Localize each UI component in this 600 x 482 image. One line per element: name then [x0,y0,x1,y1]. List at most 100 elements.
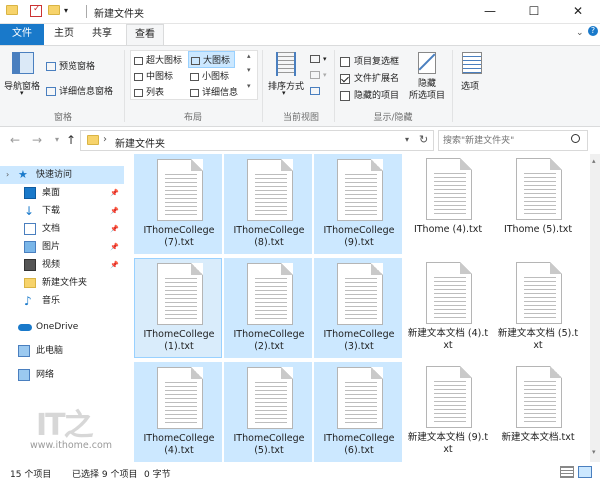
hide-selected-icon[interactable] [418,52,436,74]
window-title: 新建文件夹 [94,9,144,20]
checkbox[interactable] [340,90,350,101]
sidebar-item[interactable]: 文档 📌 [0,220,124,238]
up-arrow-icon[interactable]: ↑ [64,132,78,148]
file-item[interactable]: 新建文本文档 (9).txt [404,362,492,462]
search-icon[interactable] [571,134,580,143]
layout-extra-large[interactable]: 超大图标 [134,53,182,66]
options-button[interactable]: 选项 [461,79,479,92]
layout-large[interactable]: 大图标 [188,51,236,68]
file-extensions-toggle[interactable]: 文件扩展名 [340,71,399,84]
address-row: ← → ▾ ↑ › 新建文件夹 ▾ ↻ [0,127,600,154]
help-icon[interactable]: ? [588,26,598,36]
sidebar-item[interactable]: 图片 📌 [0,238,124,256]
properties-icon[interactable]: ✓ [30,4,42,17]
search-box[interactable] [438,130,588,151]
file-name: IThomeCollege (5).txt [233,433,305,456]
nav-pane-icon[interactable] [12,52,34,74]
recent-locations-icon[interactable]: ▾ [50,132,64,148]
layout-medium[interactable]: 中图标 [134,69,173,82]
checkbox-checked[interactable] [340,73,350,84]
address-dropdown-icon[interactable]: ▾ [405,135,409,144]
sidebar-item[interactable]: 新建文件夹 [0,274,124,292]
add-columns-button[interactable]: ▾ [310,70,327,80]
sidebar-item[interactable]: ★ 快速访问 › [0,166,124,184]
file-item[interactable]: IThomeCollege (5).txt [224,362,312,462]
hide-selected-button[interactable]: 隐藏 所选项目 [408,78,446,102]
text-file-icon [516,158,562,220]
file-item[interactable]: IThomeCollege (4).txt [134,362,222,462]
item-checkbox-toggle[interactable]: 项目复选框 [340,54,399,67]
file-item[interactable]: IThome (4).txt [404,154,492,254]
maximize-button[interactable]: ☐ [512,0,556,24]
options-icon[interactable] [462,52,482,74]
sidebar-item[interactable]: 网络 [0,366,124,384]
new-folder-icon[interactable] [48,5,60,17]
file-item[interactable]: 新建文本文档.txt [494,362,582,462]
tab-share[interactable]: 共享 [86,24,118,45]
chevron-down-icon[interactable]: ▾ [282,89,286,97]
tab-view[interactable]: 查看 [126,24,164,46]
file-item[interactable]: IThomeCollege (1).txt [134,258,222,358]
gallery-scroll-down-icon[interactable]: ▾ [247,66,251,74]
sort-by-icon[interactable] [276,52,296,76]
large-icons-view-icon[interactable] [578,466,592,478]
pin-icon[interactable]: 📌 [110,202,119,220]
star-icon: ★ [18,168,28,181]
file-item[interactable]: IThomeCollege (8).txt [224,154,312,254]
file-name: 新建文本文档 (4).txt [407,328,489,351]
back-arrow-icon[interactable]: ← [8,132,22,148]
layout-list[interactable]: 列表 [134,85,164,98]
expand-ribbon-icon[interactable]: ⌄ [576,28,584,38]
sidebar-item[interactable]: 视频 📌 [0,256,124,274]
pin-icon[interactable]: 📌 [110,220,119,238]
layout-details[interactable]: 详细信息 [190,85,238,98]
file-item[interactable]: IThomeCollege (6).txt [314,362,402,462]
forward-arrow-icon[interactable]: → [30,132,44,148]
gallery-expand-icon[interactable]: ▾ [247,82,251,90]
scroll-down-icon[interactable]: ▾ [592,448,596,456]
pin-icon[interactable]: 📌 [110,256,119,274]
address-path[interactable]: 新建文件夹 [115,135,165,150]
details-view-icon[interactable] [560,466,574,478]
file-item[interactable]: IThomeCollege (2).txt [224,258,312,358]
breadcrumb-chevron-icon[interactable]: › [103,134,107,145]
sort-by-button[interactable]: 排序方式 [268,79,304,92]
file-item[interactable]: 新建文本文档 (5).txt [494,258,582,358]
sidebar-item[interactable]: 桌面 📌 [0,184,124,202]
checkbox[interactable] [340,56,350,67]
sidebar-item[interactable]: 此电脑 [0,342,124,360]
details-pane-button[interactable]: 详细信息窗格 [46,84,113,97]
preview-pane-button[interactable]: 预览窗格 [46,59,95,72]
scroll-up-icon[interactable]: ▴ [592,157,596,165]
expand-icon[interactable]: › [6,166,9,184]
file-list: IThomeCollege (7).txt IThomeCollege (8).t… [128,154,600,462]
gallery-scroll-up-icon[interactable]: ▴ [247,52,251,60]
group-by-button[interactable]: ▾ [310,54,327,64]
size-columns-button[interactable] [310,86,323,96]
sidebar-item[interactable]: OneDrive [0,318,124,336]
hidden-items-toggle[interactable]: 隐藏的项目 [340,88,399,101]
text-file-icon [516,262,562,324]
address-bar[interactable]: › 新建文件夹 ▾ ↻ [80,130,434,151]
sidebar-item[interactable]: ↓ 下载 📌 [0,202,124,220]
close-button[interactable]: ✕ [556,0,600,24]
group-separator [334,50,335,122]
chevron-down-icon[interactable]: ▾ [20,89,24,97]
pin-icon[interactable]: 📌 [110,184,119,202]
minimize-button[interactable]: — [468,0,512,24]
pin-icon[interactable]: 📌 [110,238,119,256]
refresh-icon[interactable]: ↻ [419,133,428,146]
customize-quick-access-icon[interactable]: ▾ [64,6,76,18]
file-item[interactable]: IThome (5).txt [494,154,582,254]
file-item[interactable]: IThomeCollege (3).txt [314,258,402,358]
layout-small[interactable]: 小图标 [190,69,229,82]
file-item[interactable]: IThomeCollege (9).txt [314,154,402,254]
file-item[interactable]: IThomeCollege (7).txt [134,154,222,254]
tab-file[interactable]: 文件 [0,24,44,45]
sidebar-item[interactable]: ♪ 音乐 [0,292,124,310]
search-input[interactable] [443,134,563,148]
tab-home[interactable]: 主页 [48,24,80,45]
file-item[interactable]: 新建文本文档 (4).txt [404,258,492,358]
vertical-scrollbar[interactable]: ▴ ▾ [590,154,600,462]
sidebar-item-label: 下载 [42,206,61,216]
